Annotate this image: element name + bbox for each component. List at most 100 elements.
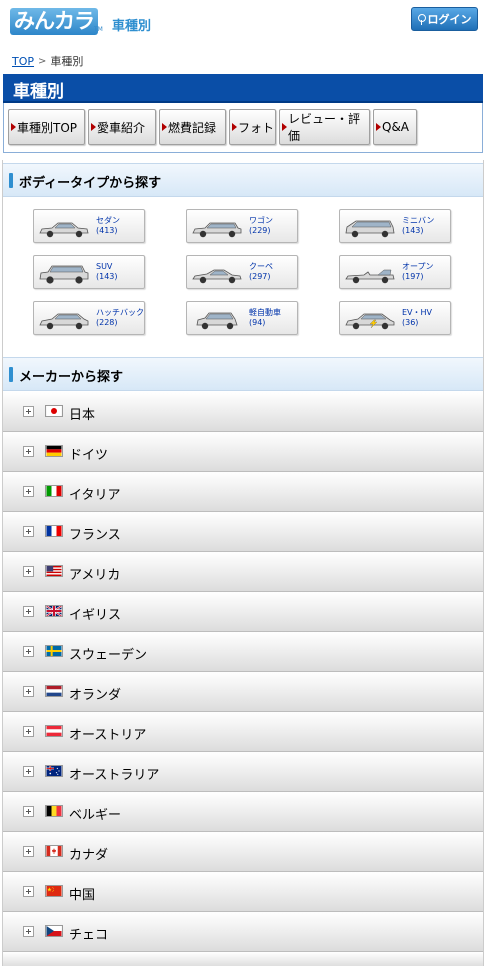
body-type-label: EV・HV (36): [402, 308, 433, 327]
plus-expand-icon[interactable]: [23, 606, 34, 617]
country-row-germany[interactable]: ドイツ: [3, 432, 483, 472]
plus-expand-icon[interactable]: [23, 686, 34, 697]
country-name: 中国: [69, 888, 96, 903]
country-name: フランス: [69, 528, 121, 543]
plus-expand-icon[interactable]: [23, 406, 34, 417]
country-row-uk[interactable]: イギリス: [3, 592, 483, 632]
triangle-right-icon: [232, 123, 237, 131]
logo-trademark: TM: [94, 26, 103, 33]
country-name: カナダ: [69, 848, 109, 863]
body-type-label: ワゴン (229): [249, 216, 273, 235]
plus-expand-icon[interactable]: [23, 886, 34, 897]
country-row-canada[interactable]: カナダ: [3, 832, 483, 872]
country-row-japan[interactable]: 日本: [3, 392, 483, 432]
plus-expand-icon[interactable]: [23, 926, 34, 937]
country-name: オランダ: [69, 688, 122, 703]
czech-flag-icon: [45, 925, 63, 937]
country-row-usa[interactable]: アメリカ: [3, 552, 483, 592]
netherlands-flag-icon: [45, 685, 63, 697]
triangle-right-icon: [11, 123, 16, 131]
tab-review[interactable]: レビュー・評価: [279, 109, 370, 145]
sweden-flag-icon: [45, 645, 63, 657]
body-type-label: ハッチバック (228): [96, 308, 144, 327]
country-row-australia[interactable]: オーストラリア: [3, 752, 483, 792]
plus-expand-icon[interactable]: [23, 806, 34, 817]
body-type-suv[interactable]: SUV (143): [33, 255, 145, 289]
key-icon: [417, 13, 426, 25]
logo-text: みんカラ: [10, 8, 98, 35]
body-type-ev-hv[interactable]: EV・HV (36): [339, 301, 451, 335]
breadcrumb-current: 車種別: [50, 55, 84, 68]
italy-flag-icon: [45, 485, 63, 497]
country-name: 日本: [69, 408, 96, 423]
country-row-sweden[interactable]: スウェーデン: [3, 632, 483, 672]
plus-expand-icon[interactable]: [23, 846, 34, 857]
japan-flag-icon: [45, 405, 63, 417]
country-name: ベルギー: [69, 808, 122, 823]
country-row-italy[interactable]: イタリア: [3, 472, 483, 512]
tab-my-car[interactable]: 愛車紹介: [88, 109, 156, 145]
body-type-grid: セダン(413) ワゴン(229) ミニバン(143) SUV(143): [3, 199, 483, 357]
sedan-icon: [39, 222, 89, 238]
usa-flag-icon: [45, 565, 63, 577]
minkara-logo[interactable]: みんカラ TM: [10, 8, 103, 36]
wagon-icon: [192, 222, 242, 238]
body-type-label: ミニバン (143): [402, 216, 435, 235]
plus-expand-icon[interactable]: [23, 446, 34, 457]
tab-label: 燃費記録: [168, 120, 217, 135]
country-row-austria[interactable]: オーストリア: [3, 712, 483, 752]
hatchback-icon: [39, 313, 89, 330]
breadcrumb: TOP > 車種別: [12, 53, 83, 69]
uk-flag-icon: [45, 605, 63, 617]
country-row-china[interactable]: 中国: [3, 872, 483, 912]
country-name: イタリア: [69, 488, 121, 503]
country-list: 日本 ドイツ イタリア フランス アメリカ イギリス スウェーデン オランダ オ: [3, 392, 483, 966]
triangle-right-icon: [282, 123, 287, 131]
country-name: イギリス: [69, 608, 122, 623]
country-name: オーストラリア: [69, 768, 160, 783]
country-row-belgium[interactable]: ベルギー: [3, 792, 483, 832]
body-type-hatchback[interactable]: ハッチバック (228): [33, 301, 145, 335]
tab-car-model-top[interactable]: 車種別TOP: [8, 109, 85, 145]
country-name: アメリカ: [69, 568, 121, 583]
site-header: みんカラ TM 車種別 ログイン: [0, 0, 486, 44]
section-title: ボディータイプから探す: [19, 176, 162, 191]
plus-expand-icon[interactable]: [23, 486, 34, 497]
country-name: ドイツ: [69, 448, 109, 463]
plus-expand-icon[interactable]: [23, 766, 34, 777]
tab-label: フォト: [238, 120, 275, 135]
body-type-coupe[interactable]: クーペ (297): [186, 255, 298, 289]
tab-fuel-log[interactable]: 燃費記録: [159, 109, 226, 145]
tab-qa[interactable]: Q&A: [373, 109, 417, 145]
login-label: ログイン: [427, 13, 472, 26]
body-type-wagon[interactable]: ワゴン (229): [186, 209, 298, 243]
country-row-czech[interactable]: チェコ: [3, 912, 483, 952]
login-button[interactable]: ログイン: [411, 7, 478, 31]
body-type-minivan[interactable]: ミニバン (143): [339, 209, 451, 243]
france-flag-icon: [45, 525, 63, 537]
tab-photo[interactable]: フォト: [229, 109, 276, 145]
plus-expand-icon[interactable]: [23, 526, 34, 537]
plus-expand-icon[interactable]: [23, 726, 34, 737]
austria-flag-icon: [45, 725, 63, 737]
body-type-sedan[interactable]: セダン (413): [33, 209, 145, 243]
tab-navigation: 車種別TOP 愛車紹介 燃費記録 フォト レビュー・評価 Q&A: [3, 103, 483, 153]
plus-expand-icon[interactable]: [23, 646, 34, 657]
body-type-open[interactable]: オープン (197): [339, 255, 451, 289]
country-row-netherlands[interactable]: オランダ: [3, 672, 483, 712]
plus-expand-icon[interactable]: [23, 566, 34, 577]
section-title: メーカーから探す: [19, 370, 124, 385]
country-row-france[interactable]: フランス: [3, 512, 483, 552]
body-type-label: セダン (413): [96, 216, 120, 235]
tab-label: レビュー・評価: [288, 112, 361, 143]
body-type-label: SUV (143): [96, 262, 118, 281]
body-type-kei[interactable]: 軽自動車 (94): [186, 301, 298, 335]
triangle-right-icon: [162, 123, 167, 131]
triangle-right-icon: [91, 123, 96, 131]
tab-label: 車種別TOP: [17, 120, 78, 135]
china-flag-icon: [45, 885, 63, 897]
section-title[interactable]: 車種別: [112, 15, 151, 34]
country-row-partial: [3, 952, 483, 966]
breadcrumb-top-link[interactable]: TOP: [12, 55, 34, 68]
triangle-right-icon: [376, 123, 381, 131]
